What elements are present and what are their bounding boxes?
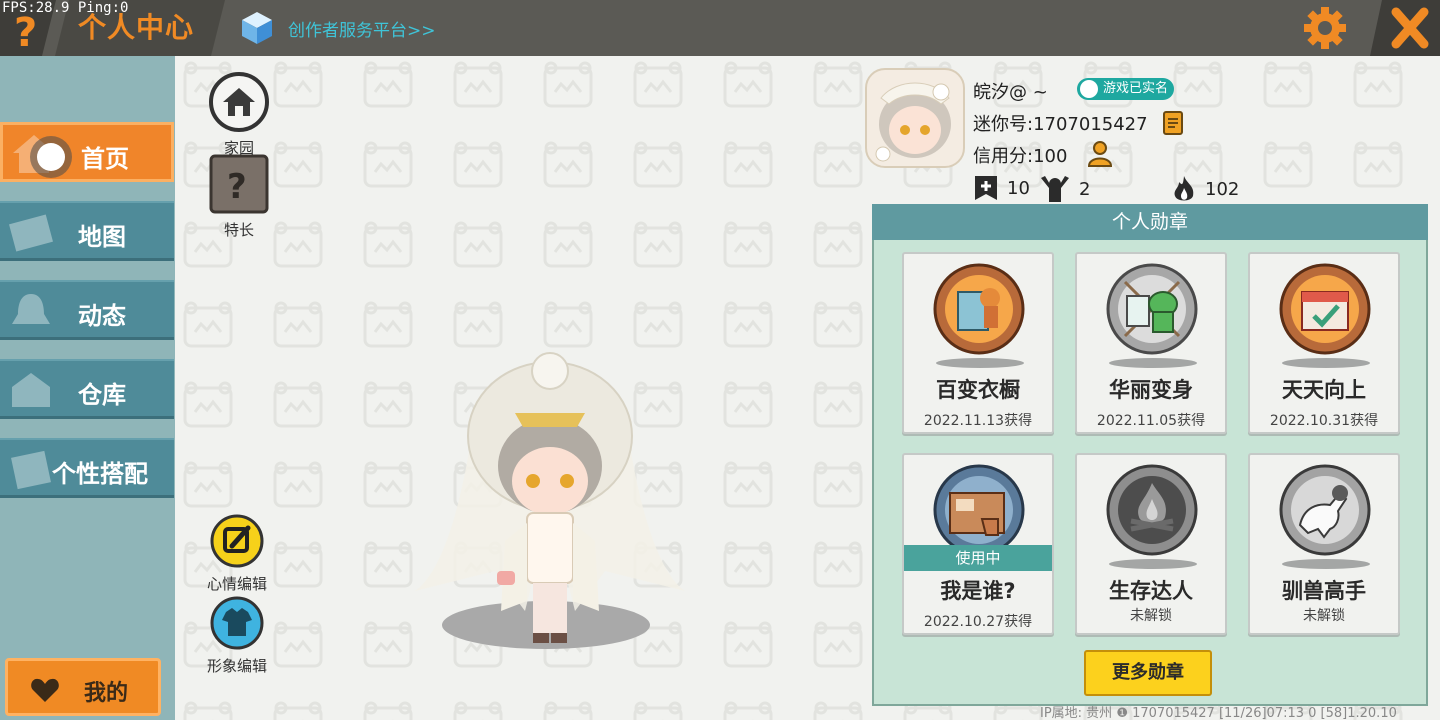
flags-stat: 10 [973, 174, 1030, 202]
appearance-edit-button[interactable]: 形象编辑 [207, 596, 267, 676]
avatar-character[interactable] [405, 341, 695, 661]
transform-medal-icon [1106, 263, 1198, 355]
copy-icon[interactable] [1161, 110, 1187, 136]
cube-icon [242, 12, 272, 44]
gear-icon[interactable] [1300, 4, 1350, 52]
mine-label: 我的 [84, 681, 129, 706]
medal-card[interactable]: 天天向上 2022.10.31获得 [1248, 252, 1400, 434]
map-icon [9, 214, 53, 252]
sidebar-item-warehouse[interactable]: 仓库 [0, 359, 174, 419]
in-use-badge: 使用中 [904, 545, 1052, 571]
heat-stat: 102 [1171, 174, 1239, 204]
medal-name: 百变衣橱 [936, 378, 1020, 402]
touch-cursor-icon [30, 136, 72, 178]
medals-panel: 个人勋章 百变衣橱 2022.11.13获得 华丽变身 2022.11.05获得… [872, 204, 1428, 706]
sidebar-item-label: 仓库 [78, 381, 126, 409]
warehouse-icon [12, 373, 50, 407]
sidebar-item-label: 动态 [78, 302, 126, 330]
fans-icon [1041, 176, 1069, 202]
sidebar-item-outfit[interactable]: 个性搭配 [0, 438, 174, 498]
appearance-edit-label: 形象编辑 [207, 657, 268, 675]
sidebar-item-feed[interactable]: 动态 [0, 280, 174, 340]
main-area: 家园 ? 特长 心情编辑 形象编辑 皖汐@ ~ 游戏已实名 迷你号:170701… [175, 56, 1440, 720]
mood-edit-button[interactable]: 心情编辑 [207, 514, 267, 594]
talent-button[interactable]: ? 特长 [209, 154, 269, 240]
svg-text:?: ? [14, 10, 37, 56]
wardrobe-medal-icon [933, 263, 1025, 355]
medal-date: 2022.10.27获得 [923, 614, 1033, 630]
avatar[interactable] [865, 68, 965, 168]
mine-button[interactable]: 我的 [5, 658, 161, 716]
top-bar: ? FPS:28.9 Ping:0 个人中心 创作者服务平台>> [0, 0, 1440, 56]
close-icon[interactable] [1370, 0, 1440, 56]
medal-date: 2022.11.05获得 [1096, 413, 1206, 429]
house-icon [209, 72, 269, 132]
bell-icon [12, 294, 50, 324]
medal-card[interactable]: 驯兽高手 未解锁 [1248, 453, 1400, 635]
letter-medal-icon [933, 464, 1025, 556]
medal-card[interactable]: 百变衣橱 2022.11.13获得 [902, 252, 1054, 434]
medal-plate [936, 358, 1024, 368]
campfire-medal-icon [1106, 464, 1198, 556]
medal-name: 我是谁? [940, 579, 1016, 603]
medal-card[interactable]: 使用中 我是谁? 2022.10.27获得 [902, 453, 1054, 635]
medal-plate [1282, 559, 1370, 569]
credit-score: 信用分:100 [973, 146, 1068, 167]
mood-edit-label: 心情编辑 [207, 575, 268, 593]
question-block-icon: ? [209, 154, 269, 214]
profile-card: 皖汐@ ~ 游戏已实名 迷你号:1707015427 信用分:100 10 2 … [865, 66, 1285, 206]
creator-link-label: 创作者服务平台>> [288, 20, 436, 41]
avatar-image [875, 82, 951, 162]
talent-label: 特长 [223, 221, 254, 239]
fans-count: 2 [1079, 178, 1091, 200]
status-footer: IP属地: 贵州 ❶ 1707015427 [11/26]07:13 0 [58… [1040, 706, 1397, 720]
flag-plus-icon [975, 176, 997, 200]
medal-date: 2022.10.31获得 [1269, 413, 1379, 429]
flame-icon [1174, 176, 1194, 201]
creator-link[interactable]: 创作者服务平台>> [240, 10, 436, 46]
mini-id: 迷你号:1707015427 [973, 114, 1148, 135]
medal-plate [1282, 358, 1370, 368]
page-title: 个人中心 [78, 11, 195, 44]
outfit-icon [11, 450, 51, 490]
credit-user-icon[interactable] [1087, 140, 1117, 168]
person-check-icon [1080, 80, 1098, 98]
medal-date: 2022.11.13获得 [923, 413, 1033, 429]
more-medals-button[interactable]: 更多勋章 [1084, 650, 1212, 696]
medal-date: 未解锁 [1303, 608, 1345, 624]
verified-label: 游戏已实名 [1103, 81, 1169, 96]
home-garden-button[interactable]: 家园 [209, 72, 269, 158]
sidebar-item-label: 首页 [81, 145, 129, 173]
medal-name: 天天向上 [1282, 378, 1366, 402]
fans-stat: 2 [1039, 174, 1090, 204]
heat-count: 102 [1205, 178, 1240, 200]
sidebar-item-home[interactable]: 首页 [0, 122, 174, 182]
svg-text:?: ? [227, 167, 247, 207]
medals-title: 个人勋章 [872, 204, 1428, 240]
medal-name: 生存达人 [1109, 579, 1193, 603]
tamer-medal-icon [1279, 464, 1371, 556]
sidebar-item-label: 地图 [78, 223, 126, 251]
sidebar-item-label: 个性搭配 [52, 460, 148, 488]
medal-card[interactable]: 生存达人 未解锁 [1075, 453, 1227, 635]
medal-date: 未解锁 [1130, 608, 1172, 624]
flags-count: 10 [1007, 177, 1030, 199]
medal-name: 驯兽高手 [1282, 579, 1366, 603]
medal-card[interactable]: 华丽变身 2022.11.05获得 [1075, 252, 1227, 434]
shirt-icon [210, 596, 264, 650]
medal-plate [1109, 559, 1197, 569]
edit-icon [210, 514, 264, 568]
heart-icon [31, 678, 59, 702]
player-name: 皖汐@ ~ [973, 82, 1048, 103]
medal-name: 华丽变身 [1109, 378, 1193, 402]
sidebar-item-map[interactable]: 地图 [0, 201, 174, 261]
sidebar: 首页 地图 动态 仓库 个性搭配 [0, 56, 175, 720]
calendar-medal-icon [1279, 263, 1371, 355]
verified-badge: 游戏已实名 [1077, 78, 1175, 100]
medal-plate [1109, 358, 1197, 368]
